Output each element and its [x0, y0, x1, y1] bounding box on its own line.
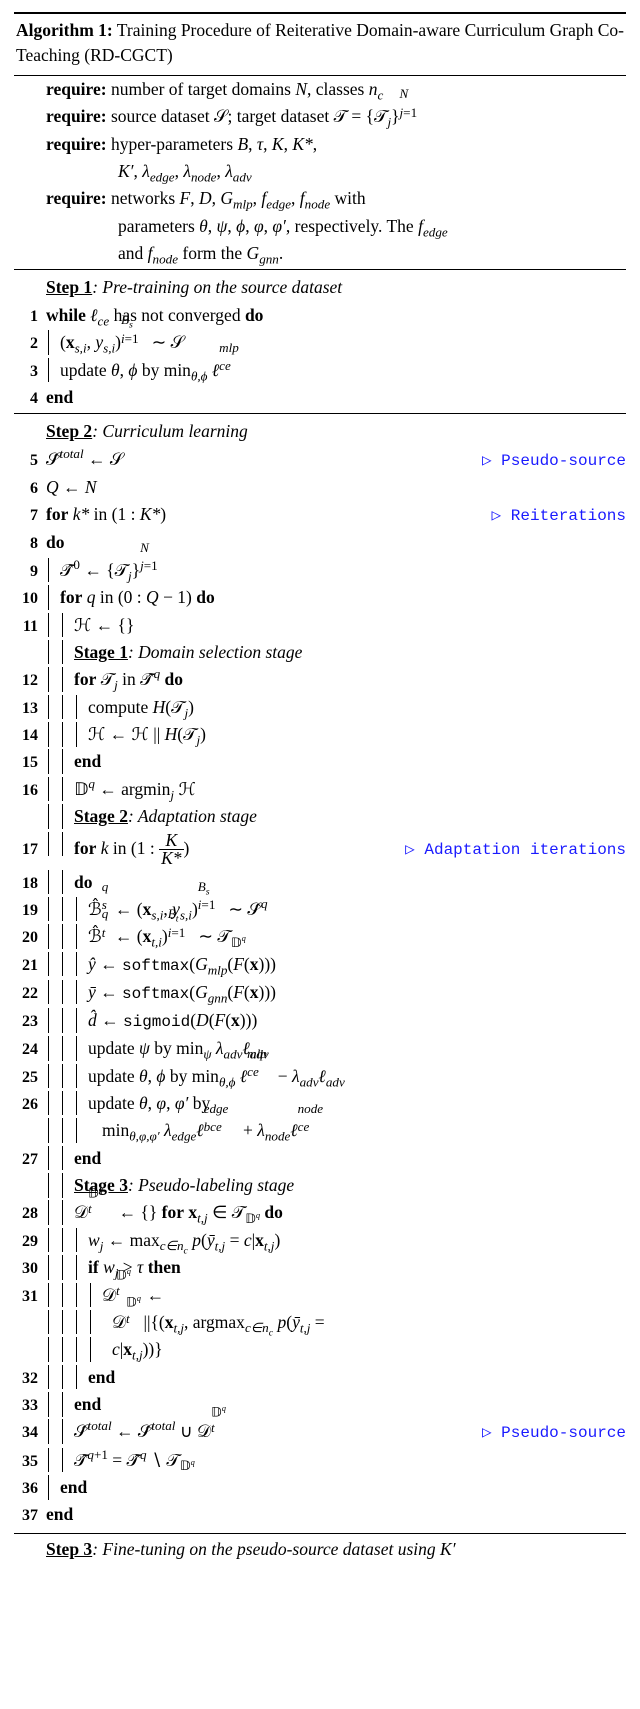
- line-33: 33 end: [14, 1391, 626, 1418]
- line-7: 7 for k* in (1 : K*)▷ Reiterations: [14, 501, 626, 529]
- line-29: 29 wj ← maxc∈nc p(ȳt,j = c|xt,j): [14, 1227, 626, 1254]
- line-31b: 𝒟𝔻qtxx||{(xt,j, argmaxc∈nc p(ȳt,j =: [14, 1309, 626, 1336]
- line-14: 14 ℋ ← ℋ || H(𝒯j): [14, 721, 626, 748]
- line-22: 22 ȳ ← softmax(Ggnn(F(x))): [14, 979, 626, 1007]
- line-30: 30 if wj > τ then: [14, 1254, 626, 1281]
- line-6: 6 Q ← N: [14, 474, 626, 501]
- line-3: 3 update θ, ϕ by minθ,ϕ ℓmlpce: [14, 357, 626, 384]
- line-1: 1 while ℓce has not converged do: [14, 302, 626, 329]
- line-31c: c|xt,j))}: [14, 1336, 626, 1363]
- require-1: require: number of target domains N, cla…: [14, 76, 626, 103]
- step-2-header: Step 2: Curriculum learning: [14, 418, 626, 445]
- line-21: 21 ŷ ← softmax(Gmlp(F(x))): [14, 951, 626, 979]
- line-35: 35 𝒯̂q+1 = 𝒯̂q ∖ 𝒯𝔻q: [14, 1447, 626, 1474]
- require-4c: and fnode form the Ggnn.: [14, 240, 626, 267]
- line-8: 8 do: [14, 529, 626, 556]
- step-3-header: Step 3: Fine-tuning on the pseudo-source…: [14, 1536, 626, 1563]
- line-12: 12 for 𝒯j in 𝒯̂q do: [14, 666, 626, 693]
- require-2: require: source dataset 𝒮; target datase…: [14, 103, 626, 130]
- require-3b: K′, λedge, λnode, λadv: [14, 158, 626, 185]
- line-25: 25 update θ, ϕ by minθ,ϕ ℓmlpcexxx − λad…: [14, 1063, 626, 1090]
- stage-3-header: Stage 3: Pseudo-labeling stage: [14, 1172, 626, 1199]
- comment-pseudo-source: ▷ Pseudo-source: [482, 450, 626, 473]
- line-36: 36 end: [14, 1474, 626, 1501]
- line-27: 27 end: [14, 1145, 626, 1172]
- line-28: 28 𝒟𝔻qtxxx ← {} for xt,j ∈ 𝒯𝔻q do: [14, 1199, 626, 1226]
- line-26b: minθ,φ,φ′ λedgeℓedgebcexxxx + λnodeℓnode…: [14, 1117, 626, 1144]
- line-31a: 31 𝒟𝔻qtxxx ←: [14, 1282, 626, 1309]
- algorithm-label: Algorithm 1:: [16, 20, 113, 40]
- require-3a: require: hyper-parameters B, τ, K, K*,: [14, 131, 626, 158]
- line-10: 10 for q in (0 : Q − 1) do: [14, 584, 626, 611]
- comment-reiterations: ▷ Reiterations: [492, 505, 626, 528]
- stage-2-header: Stage 2: Adaptation stage: [14, 803, 626, 830]
- line-34: 34 𝒮̂total ← 𝒮̂total ∪ 𝒟𝔻qt▷ Pseudo-sour…: [14, 1418, 626, 1446]
- line-37: 37 end: [14, 1501, 626, 1528]
- comment-pseudo-source-2: ▷ Pseudo-source: [482, 1422, 626, 1445]
- algorithm-body: require: number of target domains N, cla…: [14, 76, 626, 1563]
- stage-1-header: Stage 1: Domain selection stage: [14, 639, 626, 666]
- line-23: 23 d̂ ← sigmoid(D(F(x))): [14, 1007, 626, 1035]
- line-2: 2 (xs,i, ys,i)Bsi=1xxx ∼ 𝒮: [14, 329, 626, 356]
- algorithm-block: Algorithm 1: Training Procedure of Reite…: [14, 12, 626, 1563]
- line-20: 20 ℬ̂qtx ← (xt,i)Bti=1xxx ∼ 𝒯𝔻q: [14, 923, 626, 950]
- algorithm-title-row: Algorithm 1: Training Procedure of Reite…: [14, 12, 626, 76]
- line-13: 13 compute H(𝒯j): [14, 694, 626, 721]
- line-32: 32 end: [14, 1364, 626, 1391]
- require-4b: parameters θ, ψ, ϕ, φ, φ′, respectively.…: [14, 213, 626, 240]
- line-11: 11 ℋ ← {}: [14, 612, 626, 639]
- line-15: 15 end: [14, 748, 626, 775]
- line-17: 17 for k in (1 : KK*)▷ Adaptation iterat…: [14, 831, 626, 869]
- line-24: 24 update ψ by minψ λadvℓadv: [14, 1035, 626, 1062]
- line-4: 4 end: [14, 384, 626, 411]
- require-4a: require: networks F, D, Gmlp, fedge, fno…: [14, 185, 626, 212]
- line-5: 5 𝒮̂total ← 𝒮▷ Pseudo-source: [14, 446, 626, 474]
- step-1-header: Step 1: Pre-training on the source datas…: [14, 274, 626, 301]
- comment-adapt-iters: ▷ Adaptation iterations: [405, 839, 626, 862]
- line-9: 9 𝒯̂0 ← {𝒯j}Nj=1: [14, 557, 626, 584]
- line-16: 16 𝔻q ← argminj ℋ: [14, 776, 626, 803]
